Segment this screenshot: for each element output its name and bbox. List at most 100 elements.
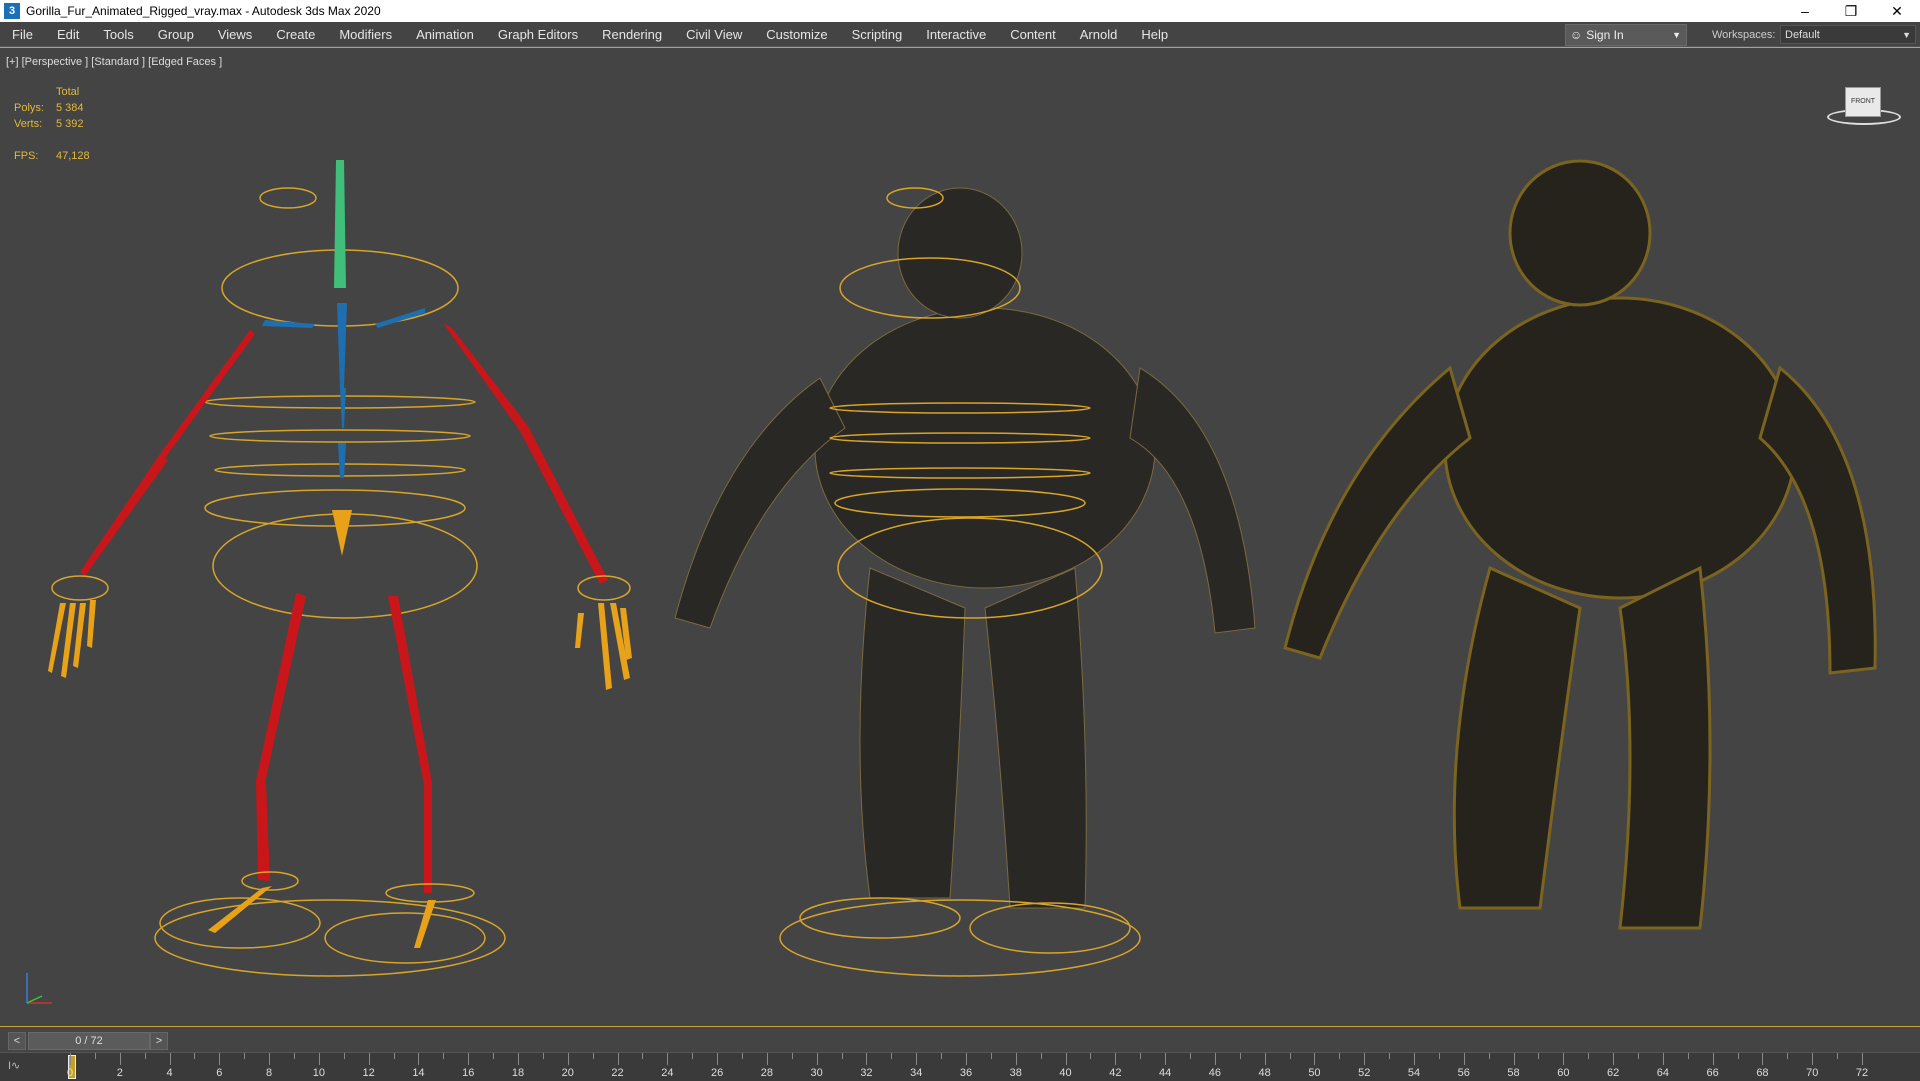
frame-label: 4 <box>166 1067 173 1079</box>
frame-tick <box>1712 1053 1714 1065</box>
menu-create[interactable]: Create <box>264 27 327 42</box>
frame-label: 34 <box>910 1067 923 1079</box>
menu-graph-editors[interactable]: Graph Editors <box>486 27 590 42</box>
frame-tick <box>468 1053 470 1065</box>
frame-tick <box>1015 1053 1017 1065</box>
gorilla-fur-model[interactable] <box>1283 159 1877 930</box>
frame-tick <box>617 1053 619 1065</box>
menu-civil-view[interactable]: Civil View <box>674 27 754 42</box>
menu-rendering[interactable]: Rendering <box>590 27 674 42</box>
restore-button[interactable]: ❐ <box>1828 0 1874 22</box>
menu-views[interactable]: Views <box>206 27 264 42</box>
time-slider[interactable]: < 0 / 72 > <box>0 1030 1920 1052</box>
viewcube[interactable]: FRONT <box>1823 83 1903 143</box>
root-control <box>154 899 506 977</box>
frame-label: 44 <box>1158 1067 1172 1079</box>
track-bar[interactable]: I∿ 0 2 4 6 8 10 12 14 16 18 20 22 24 26 28 30 32 34 36 38 40… <box>0 1052 1920 1081</box>
workspace-select[interactable]: Default ▼ <box>1780 25 1916 44</box>
chevron-down-icon: ▼ <box>1672 30 1681 40</box>
frame-tick <box>1289 1053 1291 1059</box>
app-icon: 3 <box>4 3 20 19</box>
frame-tick <box>1762 1053 1764 1065</box>
clavicle-left <box>262 320 315 328</box>
menu-file[interactable]: File <box>0 27 45 42</box>
frame-label: 26 <box>710 1067 724 1079</box>
menu-customize[interactable]: Customize <box>754 27 839 42</box>
frame-tick <box>1314 1053 1316 1065</box>
workspaces-label: Workspaces: <box>1712 29 1776 41</box>
frame-label: 18 <box>511 1067 525 1079</box>
frame-label: 22 <box>611 1067 624 1079</box>
frame-tick <box>891 1053 893 1059</box>
foot-control-right <box>324 912 486 964</box>
frame-tick <box>916 1053 918 1065</box>
curve-editor-button[interactable]: I∿ <box>8 1059 38 1077</box>
frame-tick <box>941 1053 943 1059</box>
eye-controls <box>259 187 317 209</box>
minimize-button[interactable]: – <box>1782 0 1828 22</box>
scene-canvas[interactable] <box>0 48 1920 1026</box>
frame-tick <box>94 1053 96 1059</box>
frame-tick <box>742 1053 743 1059</box>
frame-label: 52 <box>1358 1067 1371 1079</box>
menu-help[interactable]: Help <box>1129 27 1180 42</box>
frame-tick <box>1563 1053 1565 1065</box>
frame-tick <box>219 1053 221 1065</box>
frame-tick <box>1787 1053 1789 1059</box>
frame-tick <box>294 1053 295 1059</box>
thigh-left <box>256 593 306 783</box>
frame-tick <box>1190 1053 1191 1059</box>
viewcube-face[interactable]: FRONT <box>1845 87 1881 117</box>
time-slider-thumb[interactable]: 0 / 72 <box>28 1032 150 1050</box>
frame-tick <box>119 1053 121 1065</box>
biped-rig[interactable] <box>48 160 632 977</box>
menu-tools[interactable]: Tools <box>91 27 145 42</box>
chevron-down-icon: ▼ <box>1902 30 1911 40</box>
workspace-value: Default <box>1785 29 1820 41</box>
viewport-label[interactable]: [+] [Perspective ] [Standard ] [Edged Fa… <box>6 56 222 68</box>
calf-right <box>424 783 432 893</box>
frame-label: 46 <box>1208 1067 1221 1079</box>
sign-in-dropdown[interactable]: ☺ Sign In ▼ <box>1565 24 1687 46</box>
menu-group[interactable]: Group <box>146 27 206 42</box>
frame-label: 48 <box>1258 1067 1271 1079</box>
menu-scripting[interactable]: Scripting <box>840 27 915 42</box>
forearm-left <box>80 454 168 576</box>
menu-content[interactable]: Content <box>998 27 1068 42</box>
close-button[interactable]: ✕ <box>1874 0 1920 22</box>
spine-ring <box>204 395 476 409</box>
gorilla-wireframe-model[interactable] <box>674 187 1256 977</box>
frame-label: 64 <box>1656 1067 1669 1079</box>
frame-tick <box>393 1053 395 1059</box>
frame-tick <box>592 1053 594 1059</box>
calf-left <box>256 781 270 881</box>
frame-tick <box>1414 1053 1415 1065</box>
spine-bone <box>337 303 347 388</box>
frame-tick <box>493 1053 495 1059</box>
frame-label: 14 <box>412 1067 425 1079</box>
frame-tick <box>1214 1053 1216 1065</box>
frame-label: 56 <box>1457 1067 1470 1079</box>
statistics-overlay: Total Polys: 5 384 Verts: 5 392 FPS: 47,128 <box>14 84 90 164</box>
prev-frame-button[interactable]: < <box>8 1032 26 1050</box>
frame-tick <box>1488 1053 1490 1059</box>
frame-tick <box>1339 1053 1341 1059</box>
perspective-viewport[interactable]: [+] [Perspective ] [Standard ] [Edged Fa… <box>0 47 1920 1027</box>
menu-edit[interactable]: Edit <box>45 27 91 42</box>
menu-interactive[interactable]: Interactive <box>914 27 998 42</box>
frame-label: 28 <box>760 1067 773 1079</box>
frame-tick <box>269 1053 271 1065</box>
frame-label: 32 <box>860 1067 873 1079</box>
frame-tick <box>1638 1053 1639 1059</box>
next-frame-button[interactable]: > <box>150 1032 168 1050</box>
clavicle-right <box>375 308 425 328</box>
spine-bone <box>338 443 346 478</box>
frame-tick <box>1389 1053 1391 1059</box>
frame-tick <box>244 1053 246 1059</box>
frame-label: 68 <box>1756 1067 1769 1079</box>
frame-tick <box>1737 1053 1739 1059</box>
menu-modifiers[interactable]: Modifiers <box>327 27 404 42</box>
menu-arnold[interactable]: Arnold <box>1068 27 1130 42</box>
frame-label: 24 <box>661 1067 674 1079</box>
menu-animation[interactable]: Animation <box>404 27 486 42</box>
